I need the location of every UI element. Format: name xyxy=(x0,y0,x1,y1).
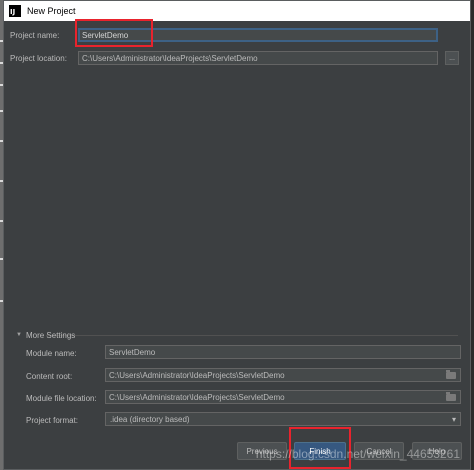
folder-icon[interactable] xyxy=(446,370,456,379)
module-file-location-value: C:\Users\Administrator\IdeaProjects\Serv… xyxy=(109,392,285,402)
project-location-input[interactable]: C:\Users\Administrator\IdeaProjects\Serv… xyxy=(78,51,438,65)
new-project-dialog: IJ New Project Project name: ServletDemo… xyxy=(3,0,471,470)
module-name-label: Module name: xyxy=(26,348,77,358)
content-root-value: C:\Users\Administrator\IdeaProjects\Serv… xyxy=(109,370,285,380)
more-settings-header: More Settings xyxy=(25,330,76,340)
project-location-label: Project location: xyxy=(10,53,67,63)
window-title: New Project xyxy=(27,6,76,16)
content-root-label: Content root: xyxy=(26,371,73,381)
browse-location-button[interactable]: ... xyxy=(445,51,459,65)
content-root-input[interactable]: C:\Users\Administrator\IdeaProjects\Serv… xyxy=(105,368,461,382)
annotation-box-project-name xyxy=(75,19,153,47)
more-settings-toggle[interactable]: ▼ More Settings xyxy=(16,330,75,340)
project-location-row: Project location: xyxy=(10,51,67,65)
project-name-label: Project name: xyxy=(10,30,60,40)
title-bar: IJ New Project xyxy=(4,1,470,21)
folder-icon[interactable] xyxy=(446,392,456,401)
content-root-row: Content root: xyxy=(26,369,72,383)
module-file-location-label: Module file location: xyxy=(26,393,97,403)
project-format-label: Project format: xyxy=(26,415,79,425)
project-format-select[interactable]: .idea (directory based) ▾ xyxy=(105,412,461,426)
dropdown-arrow-icon: ▾ xyxy=(451,414,456,424)
intellij-app-icon: IJ xyxy=(9,5,21,17)
module-name-input[interactable]: ServletDemo xyxy=(105,345,461,359)
more-settings-divider xyxy=(46,335,458,336)
module-file-location-row: Module file location: xyxy=(26,391,97,405)
project-name-row: Project name: xyxy=(10,28,59,42)
project-format-value: .idea (directory based) xyxy=(110,414,190,424)
module-name-row: Module name: xyxy=(26,346,77,360)
project-format-row: Project format: xyxy=(26,413,78,427)
collapse-arrow-icon: ▼ xyxy=(16,332,22,338)
watermark-text: https://blog.csdn.net/weixin_44653261 xyxy=(255,447,460,461)
module-file-location-input[interactable]: C:\Users\Administrator\IdeaProjects\Serv… xyxy=(105,390,461,404)
